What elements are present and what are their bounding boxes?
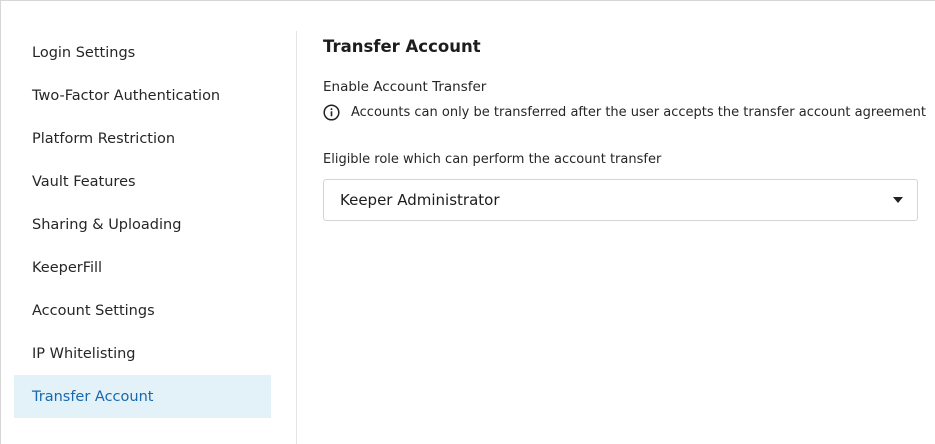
role-select-value: Keeper Administrator (340, 191, 500, 209)
sidebar-item-vault-features[interactable]: Vault Features (14, 160, 271, 203)
sidebar-item-login-settings[interactable]: Login Settings (14, 31, 271, 74)
role-select[interactable]: Keeper Administrator (323, 179, 918, 221)
sidebar-item-account-settings[interactable]: Account Settings (14, 289, 271, 332)
caret-down-icon (893, 197, 903, 203)
sidebar-item-sharing-uploading[interactable]: Sharing & Uploading (14, 203, 271, 246)
sidebar-item-label: Transfer Account (32, 388, 154, 405)
page-title: Transfer Account (323, 37, 481, 56)
role-select-label: Eligible role which can perform the acco… (323, 152, 662, 167)
transfer-account-section: Transfer Account Enable Account Transfer… (323, 37, 935, 221)
sidebar-divider (296, 31, 297, 444)
sidebar-item-label: Vault Features (32, 173, 136, 190)
sidebar-item-label: Login Settings (32, 44, 136, 61)
sidebar-item-transfer-account[interactable]: Transfer Account (14, 375, 271, 418)
settings-panel: Login Settings Two-Factor Authentication… (0, 0, 935, 444)
info-notice: Accounts can only be transferred after t… (323, 104, 926, 121)
info-circle-icon (323, 104, 340, 121)
sidebar-item-label: IP Whitelisting (32, 345, 136, 362)
sidebar-item-label: Account Settings (32, 302, 155, 319)
sidebar-item-label: Platform Restriction (32, 130, 176, 147)
enable-transfer-label: Enable Account Transfer (323, 79, 487, 95)
sidebar-item-label: KeeperFill (32, 259, 103, 276)
settings-sidebar: Login Settings Two-Factor Authentication… (14, 31, 271, 418)
sidebar-item-label: Two-Factor Authentication (32, 87, 221, 104)
info-text: Accounts can only be transferred after t… (351, 105, 926, 120)
sidebar-item-platform-restriction[interactable]: Platform Restriction (14, 117, 271, 160)
sidebar-item-two-factor-authentication[interactable]: Two-Factor Authentication (14, 74, 271, 117)
sidebar-item-ip-whitelisting[interactable]: IP Whitelisting (14, 332, 271, 375)
sidebar-item-keeperfill[interactable]: KeeperFill (14, 246, 271, 289)
sidebar-item-label: Sharing & Uploading (32, 216, 182, 233)
